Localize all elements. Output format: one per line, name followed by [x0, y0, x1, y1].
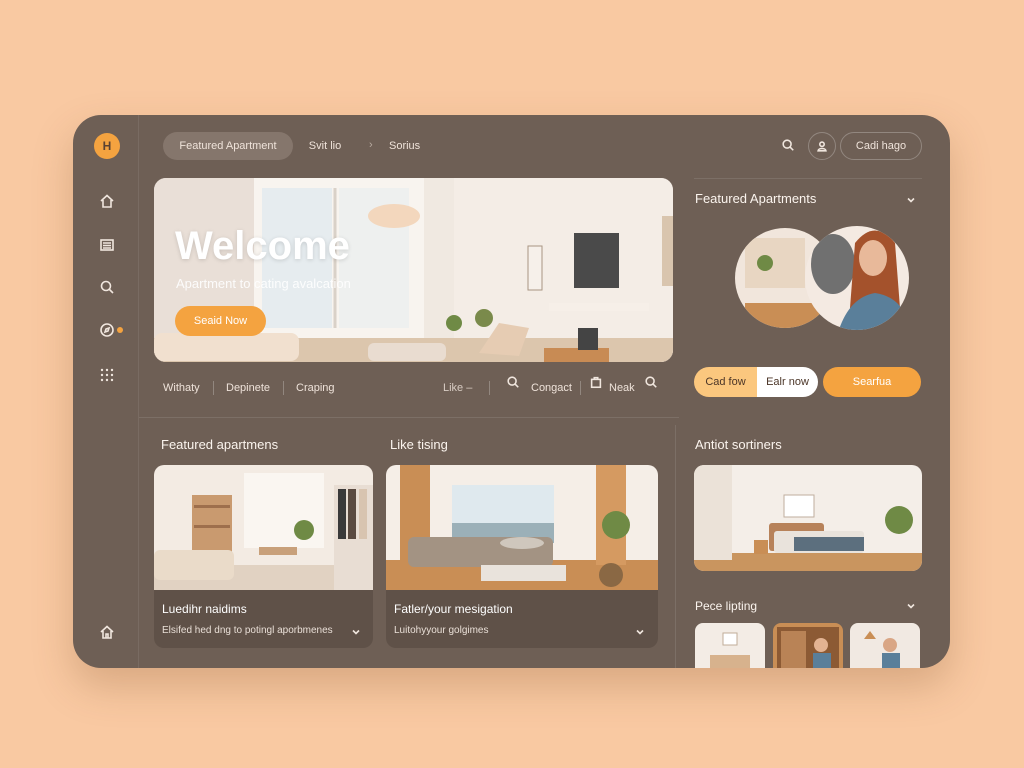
segment-option-a[interactable]: Cad fow	[694, 367, 757, 397]
like-tising-title: Like tising	[390, 437, 448, 452]
filter-craping[interactable]: Craping	[296, 382, 335, 394]
action-button[interactable]: Cadi hago	[840, 132, 922, 160]
breadcrumb-separator: ›	[369, 139, 373, 151]
divider	[283, 381, 284, 395]
bedroom-card[interactable]	[694, 465, 922, 571]
hero-subtitle: Apartment to cating avalcation	[176, 276, 351, 291]
divider	[213, 381, 214, 395]
right-featured-title: Featured Apartments	[695, 191, 817, 206]
card-description: Luitohyyour golgimes	[394, 625, 489, 636]
contact-link[interactable]: Congact	[531, 382, 572, 394]
app-window: H Featured Apartment Svit lio › Sorius C…	[73, 115, 950, 668]
chevron-down-icon[interactable]	[350, 625, 362, 637]
logo-text: H	[102, 139, 112, 153]
grid-icon[interactable]	[97, 365, 117, 385]
filter-depinete[interactable]: Depinete	[226, 382, 270, 394]
filter-withaty[interactable]: Withaty	[163, 382, 200, 394]
divider	[694, 178, 922, 179]
card-title: Luedihr naidims	[162, 602, 247, 616]
action-label: Cadi hago	[855, 140, 907, 152]
divider	[580, 381, 581, 395]
card-image	[694, 465, 922, 571]
notification-dot	[117, 327, 123, 333]
divider	[489, 381, 490, 395]
bag-icon	[588, 374, 604, 390]
tab-svit-lio[interactable]: Svit lio	[297, 132, 353, 160]
user-icon[interactable]	[808, 132, 836, 160]
neak-link[interactable]: Neak	[609, 382, 635, 394]
segment-option-b[interactable]: Ealr now	[757, 367, 818, 397]
segment-control[interactable]: Cad fow Ealr now	[694, 367, 818, 397]
contact-icon	[505, 374, 521, 390]
hero-search-button[interactable]: Seaid Now	[175, 306, 266, 336]
logo[interactable]: H	[94, 133, 120, 159]
filter-select[interactable]: Like –	[443, 382, 472, 394]
breadcrumb-item[interactable]: Sorius	[389, 140, 420, 152]
thumbnail-2[interactable]	[773, 623, 843, 668]
card-title: Fatler/your mesigation	[394, 602, 513, 616]
search-button-label: Searfua	[852, 376, 892, 388]
search-icon[interactable]	[97, 277, 117, 297]
chevron-down-icon[interactable]	[634, 625, 646, 637]
tab-label: Svit lio	[308, 140, 342, 152]
filter-search-icon[interactable]	[643, 374, 659, 390]
sidebar: H	[73, 115, 139, 668]
divider	[139, 417, 679, 418]
tab-featured-apartment[interactable]: Featured Apartment	[163, 132, 293, 160]
home-icon[interactable]	[97, 191, 117, 211]
thumbnail-1[interactable]	[695, 623, 765, 668]
hero-button-label: Seaid Now	[193, 315, 248, 327]
chevron-down-icon[interactable]	[905, 599, 917, 611]
agent-photo	[735, 226, 909, 330]
divider	[675, 425, 676, 668]
compass-icon[interactable]	[97, 320, 117, 340]
home-bottom-icon[interactable]	[97, 622, 117, 642]
chevron-down-icon[interactable]	[905, 193, 917, 205]
hero-title: Welcome	[175, 224, 350, 268]
tab-label: Featured Apartment	[179, 140, 277, 152]
list-icon[interactable]	[97, 235, 117, 255]
apartment-card[interactable]: Luedihr naidims Elsifed hed dng to potin…	[154, 465, 373, 648]
listing-card[interactable]: Fatler/your mesigation Luitohyyour golgi…	[386, 465, 658, 648]
card-description: Elsifed hed dng to potingl aporbmenes	[162, 625, 333, 636]
right-bottom-title: Pece lipting	[695, 599, 758, 613]
hero-banner: Welcome Apartment to cating avalcation S…	[154, 178, 673, 362]
card-image	[386, 465, 658, 590]
card-image	[154, 465, 373, 590]
thumbnail-3[interactable]	[850, 623, 920, 668]
right-search-button[interactable]: Searfua	[823, 367, 921, 397]
featured-apartments-title: Featured apartmens	[161, 437, 279, 452]
right-mid-title: Antiot sortiners	[695, 437, 782, 452]
top-search-icon[interactable]	[774, 131, 802, 159]
